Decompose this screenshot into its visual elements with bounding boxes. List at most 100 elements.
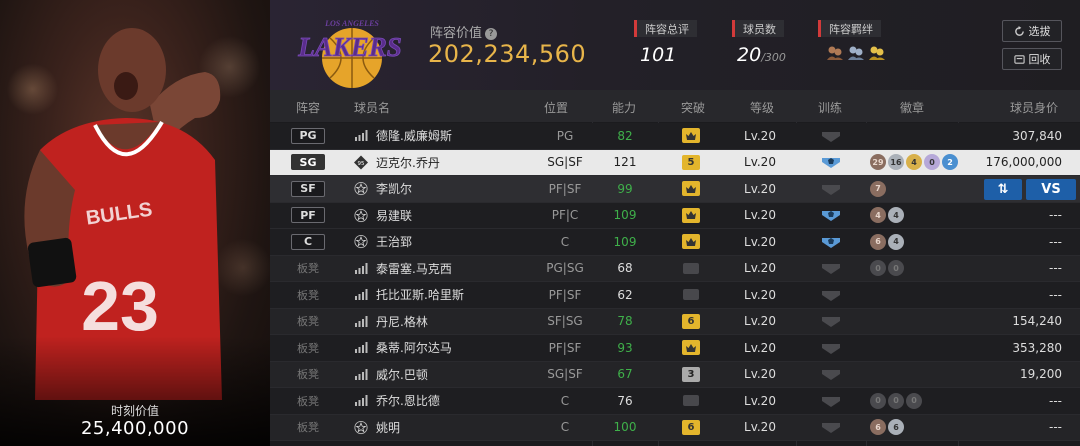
player-position: PG: [556, 128, 574, 143]
position-cell: SF|SG: [538, 309, 592, 335]
slot-badge[interactable]: PG: [291, 127, 325, 144]
table-row[interactable]: PG 德隆.威廉姆斯 PG 82 Lv.20 307,840: [270, 123, 1080, 150]
breakthrough-cell: [658, 203, 724, 229]
chemistry-gold-icon[interactable]: [868, 43, 886, 61]
col-ability[interactable]: 能力: [612, 99, 636, 116]
badge-count: 0: [888, 260, 904, 277]
table-row[interactable]: 板凳 姚明 C 100 6 Lv.20 6 6 ---: [270, 414, 1080, 441]
badge-count: 7: [870, 180, 886, 197]
help-icon[interactable]: ?: [485, 28, 498, 40]
position-cell: PG|SG: [538, 256, 592, 282]
player-name[interactable]: 泰雷塞.马克西: [376, 260, 452, 277]
badges-cell: 44: [870, 203, 904, 229]
player-name[interactable]: 威尔.巴顿: [376, 366, 428, 383]
player-name[interactable]: 丹尼.格林: [376, 313, 428, 330]
player-name[interactable]: 易建联: [376, 207, 412, 224]
col-worth[interactable]: 球员身价: [1010, 99, 1058, 116]
chemistry-silver-icon[interactable]: [847, 43, 865, 61]
slot-badge[interactable]: SF: [291, 180, 325, 197]
level-cell: Lv.20: [724, 123, 796, 149]
badges-cell: 000: [870, 388, 922, 414]
table-row[interactable]: SG 95 迈克尔.乔丹 SG|SF 121 5 Lv.20 29 16 4 0 2 176,000,0…: [270, 149, 1080, 176]
chemistry-icons[interactable]: [826, 43, 886, 61]
position-cell: SG|SF: [538, 150, 592, 176]
player-name[interactable]: 托比亚斯.哈里斯: [376, 286, 464, 303]
position-cell: C: [538, 388, 592, 414]
player-position: C: [560, 420, 570, 435]
team-logo: LOS ANGELES LAKERS: [297, 19, 402, 88]
player-worth: 154,240: [1012, 314, 1062, 329]
col-badges[interactable]: 徽章: [900, 99, 924, 116]
ability-cell: 82: [592, 123, 658, 149]
player-name[interactable]: 李凯尔: [376, 180, 412, 197]
player-name[interactable]: 迈克尔.乔丹: [376, 154, 440, 171]
col-slot[interactable]: 阵容: [296, 99, 320, 116]
level-cell: Lv.20: [724, 415, 796, 441]
player-name[interactable]: 德隆.威廉姆斯: [376, 127, 452, 144]
table-row[interactable]: C 王治郅 C 109 Lv.20 6 4 ---: [270, 229, 1080, 256]
player-position: PF|SF: [548, 287, 582, 302]
ability-value: 62: [617, 287, 633, 302]
player-name[interactable]: 乔尔.恩比德: [376, 392, 440, 409]
player-name-cell: 桑蒂.阿尔达马: [354, 335, 452, 361]
col-level[interactable]: 等级: [750, 99, 774, 116]
table-row[interactable]: 板凳 泰雷塞.马克西 PG|SG 68 Lv.20 0 0 ---: [270, 255, 1080, 282]
slot-cell: PG: [291, 123, 325, 149]
badges-cell: 64: [870, 229, 904, 255]
table-row[interactable]: SF 李凯尔 PF|SF 99 Lv.20 7 ⇅ VS: [270, 176, 1080, 203]
player-worth: ---: [1049, 287, 1062, 302]
player-name-cell: 丹尼.格林: [354, 309, 428, 335]
level-cell: Lv.20: [724, 282, 796, 308]
slot-badge[interactable]: PF: [291, 207, 325, 224]
bars-tier-icon: [354, 341, 368, 355]
vs-compare-button[interactable]: VS: [1026, 179, 1076, 200]
slot-badge[interactable]: SG: [291, 154, 325, 171]
col-training[interactable]: 训练: [818, 99, 842, 116]
position-cell: C: [538, 415, 592, 441]
table-row[interactable]: 板凳 丹尼.格林 SF|SG 78 6 Lv.20 154,240: [270, 308, 1080, 335]
ability-value: 109: [613, 234, 637, 249]
select-button[interactable]: 选拔: [1002, 20, 1062, 42]
slot-badge[interactable]: C: [291, 233, 325, 250]
breakthrough-badge: 6: [682, 313, 700, 329]
table-row[interactable]: 板凳 托比亚斯.哈里斯 PF|SF 62 Lv.20 ---: [270, 282, 1080, 309]
player-name[interactable]: 桑蒂.阿尔达马: [376, 339, 452, 356]
breakthrough-cell: [658, 229, 724, 255]
position-cell: PG: [538, 123, 592, 149]
bench-label: 板凳: [297, 288, 319, 302]
table-row[interactable]: 板凳 乔尔.恩比德 C 76 Lv.20 0 0 0 ---: [270, 388, 1080, 415]
player-level: Lv.20: [744, 181, 776, 196]
breakthrough-cell: [658, 282, 724, 308]
training-cell: [796, 282, 866, 308]
breakthrough-badge: 5: [682, 154, 700, 170]
recycle-button[interactable]: 回收: [1002, 48, 1062, 70]
training-cell: [796, 415, 866, 441]
table-row[interactable]: PF 易建联 PF|C 109 Lv.20 4 4 ---: [270, 202, 1080, 229]
player-name[interactable]: 姚明: [376, 419, 400, 436]
badge-count: 0: [888, 392, 904, 409]
player-card[interactable]: 23 BULLS 时刻价值 25,400,000: [0, 0, 270, 446]
training-cell: [796, 256, 866, 282]
player-level: Lv.20: [744, 287, 776, 302]
badge-count: 6: [870, 233, 886, 250]
lineup-header: LOS ANGELES LAKERS 阵容价值? 202,234,560 阵容总…: [270, 0, 1080, 90]
swap-button[interactable]: ⇅: [984, 179, 1022, 200]
ability-value: 121: [613, 155, 637, 170]
chemistry-bronze-icon[interactable]: [826, 43, 844, 61]
level-cell: Lv.20: [724, 256, 796, 282]
svg-text:23: 23: [81, 267, 159, 345]
position-cell: PF|SF: [538, 282, 592, 308]
player-name[interactable]: 王治郅: [376, 233, 412, 250]
level-cell: Lv.20: [724, 229, 796, 255]
col-position[interactable]: 位置: [544, 99, 568, 116]
col-name[interactable]: 球员名: [354, 99, 390, 116]
table-row[interactable]: 板凳 威尔.巴顿 SG|SF 67 3 Lv.20 19,200: [270, 361, 1080, 388]
player-position: SG|SF: [547, 155, 583, 170]
col-breakthrough[interactable]: 突破: [681, 99, 705, 116]
player-position: PG|SG: [546, 261, 584, 276]
table-row[interactable]: 板凳 桑蒂.阿尔达马 PF|SF 93 Lv.20 353,280: [270, 335, 1080, 362]
training-empty-icon: [822, 130, 840, 142]
badge-count: 0: [906, 392, 922, 409]
lineup-value: 202,234,560: [428, 40, 587, 68]
level-cell: Lv.20: [724, 388, 796, 414]
